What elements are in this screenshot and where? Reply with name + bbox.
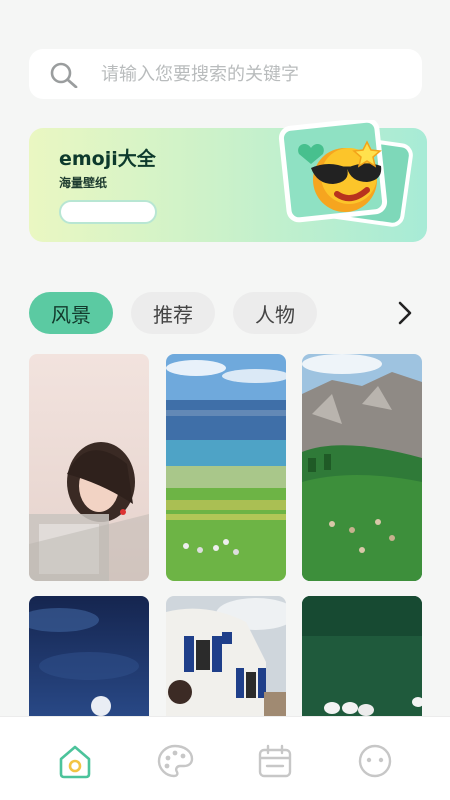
calendar-icon[interactable] [256,743,294,779]
wallpaper-tile-lake[interactable] [166,354,286,581]
portrait-girl-image [29,354,149,581]
emoji-banner[interactable]: emoji大全 海量壁纸 [29,120,427,242]
mountain-pasture-image [302,354,422,581]
tab-people[interactable]: 人物 [233,292,317,334]
category-tabs: 风景 推荐 人物 [29,292,429,334]
banner-button[interactable] [59,200,157,224]
search-icon [50,62,78,88]
wallpaper-tile-field[interactable] [302,596,422,726]
tab-label: 风景 [51,302,91,327]
bottom-navigation [0,716,450,800]
banner-subtitle: 海量壁纸 [59,176,108,190]
white-house-image [166,596,286,726]
palette-icon[interactable] [156,743,194,779]
wallpaper-tile-house[interactable] [166,596,286,726]
green-field-geese-image [302,596,422,726]
tab-scenery[interactable]: 风景 [29,292,113,334]
tab-recommended[interactable]: 推荐 [131,292,215,334]
chevron-right-icon[interactable] [396,300,414,326]
wallpaper-tile-mountain[interactable] [302,354,422,581]
banner-title: emoji大全 [59,148,156,170]
search-input[interactable] [101,61,401,87]
wallpaper-tile-portrait[interactable] [29,354,149,581]
tab-label: 人物 [255,302,295,327]
lake-meadow-image [166,354,286,581]
emoji-face-icon[interactable] [356,743,394,779]
night-sky-moon-image [29,596,149,726]
home-icon[interactable] [56,743,94,779]
emoji-sticker-icon [278,120,413,227]
search-bar[interactable] [29,49,422,99]
wallpaper-tile-night[interactable] [29,596,149,726]
tab-label: 推荐 [153,302,193,327]
